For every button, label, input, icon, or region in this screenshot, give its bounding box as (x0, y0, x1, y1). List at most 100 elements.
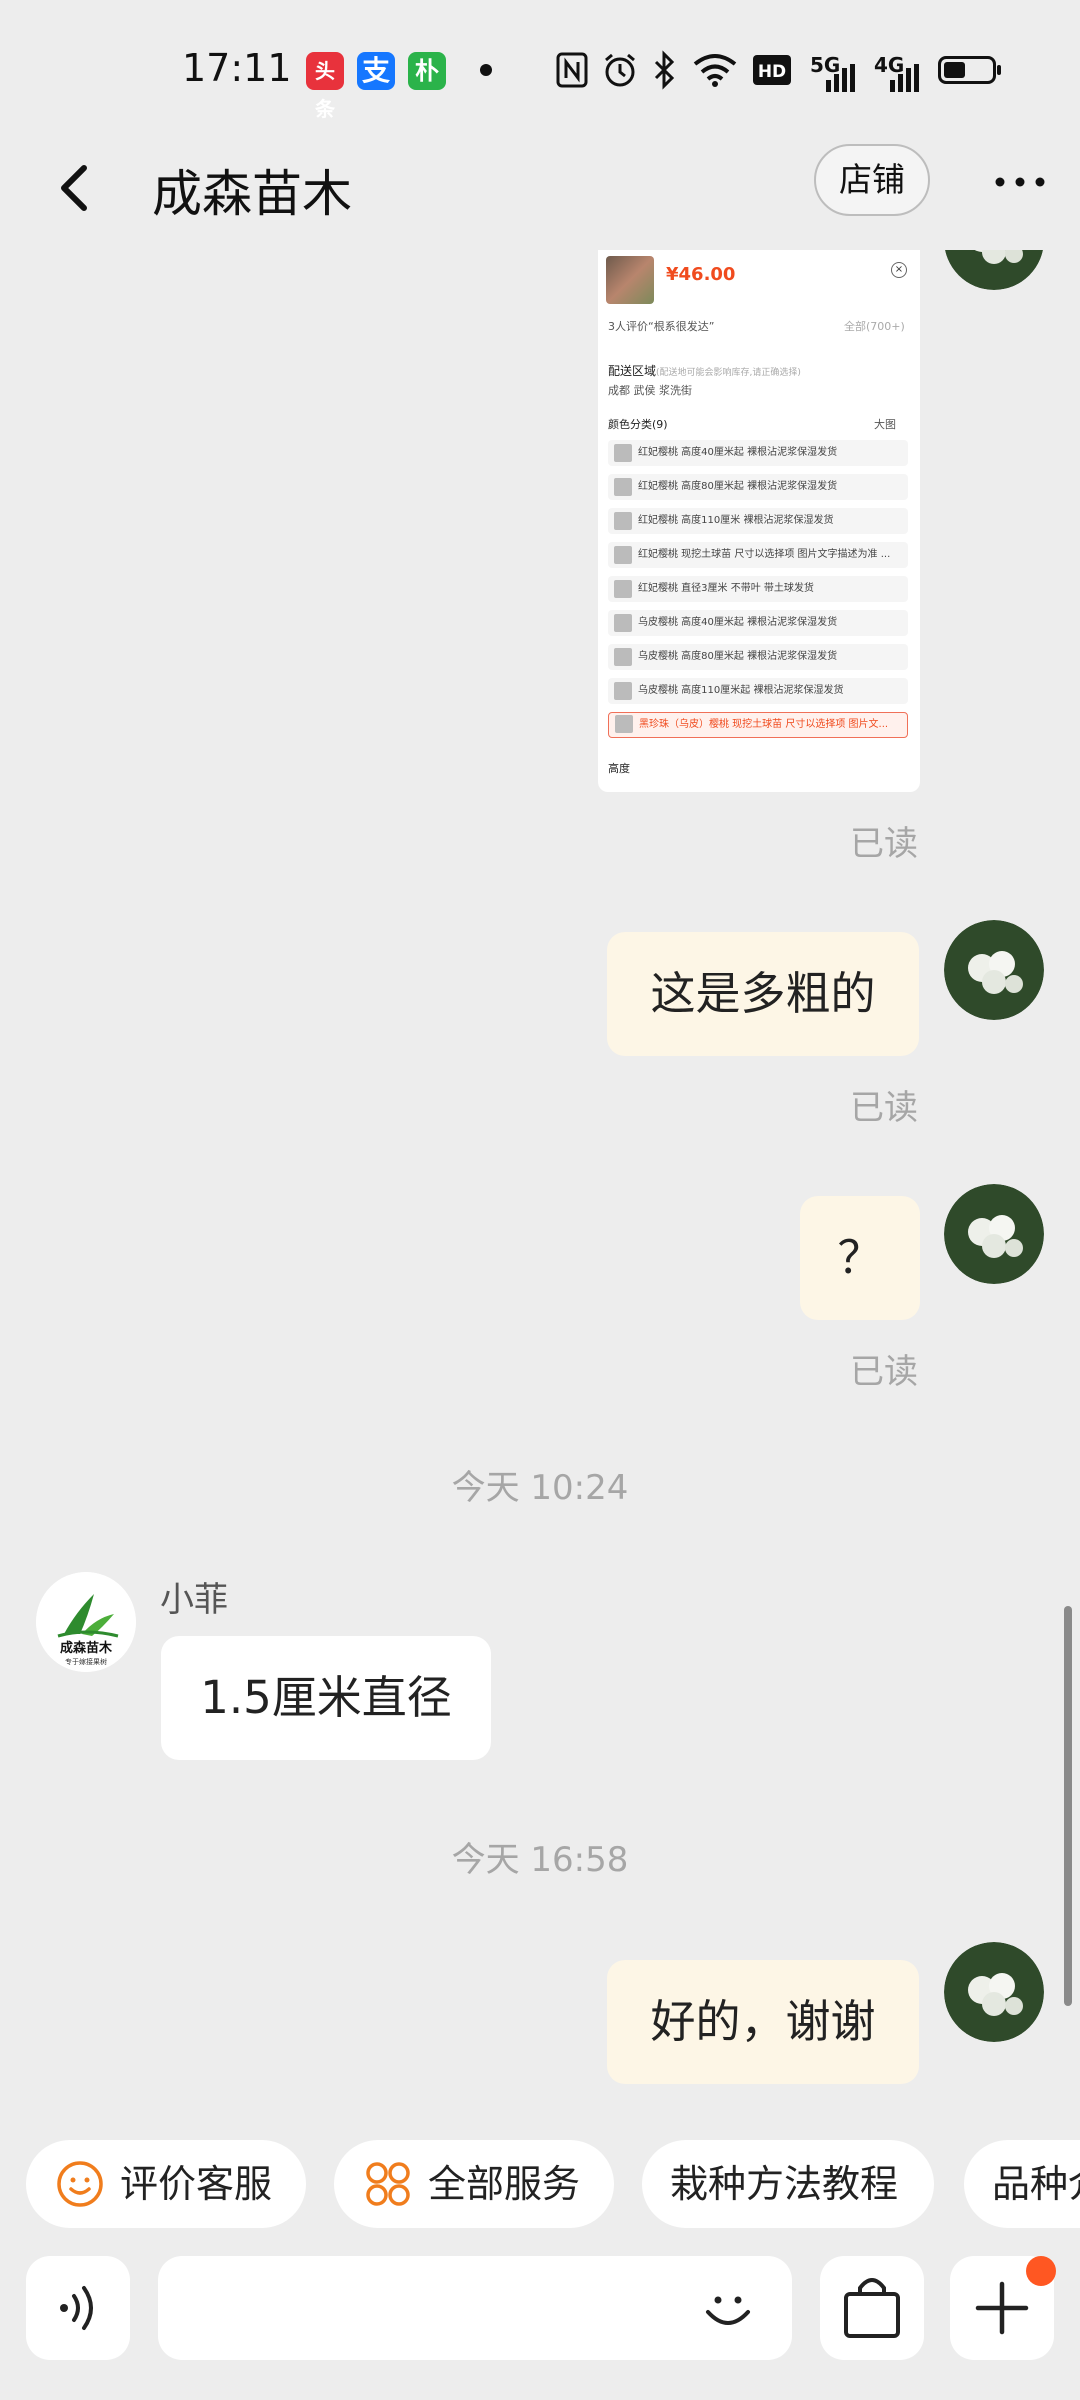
shop-avatar-tag: 专于嫁接果树 (65, 1657, 107, 1666)
quick-reply-label: 品种介 (992, 2162, 1080, 2206)
color-option: 红妃樱桃 现挖土球苗 尺寸以选择项 图片文字描述为准 ... (608, 542, 908, 568)
quick-replies: 评价客服 全部服务 栽种方法教程 品种介 (0, 2140, 1080, 2232)
option-label: 乌皮樱桃 高度110厘米起 裸根沾泥浆保湿发货 (638, 685, 844, 696)
voice-icon (60, 2286, 93, 2330)
message-bubble-sent[interactable]: 这是多粗的 (607, 932, 919, 1056)
smile-icon (57, 2161, 103, 2207)
notification-badge (1026, 2256, 1056, 2286)
option-label: 黑珍珠（乌皮）樱桃 现挖土球苗 尺寸以选择项 图片文... (639, 719, 889, 730)
height-title: 高度 (608, 762, 630, 775)
color-option: 红妃樱桃 高度40厘米起 裸根沾泥浆保湿发货 (608, 440, 908, 466)
timestamp: 今天 10:24 (451, 1468, 629, 1508)
option-label: 红妃樱桃 现挖土球苗 尺寸以选择项 图片文字描述为准 ... (638, 549, 891, 560)
alarm-icon (605, 53, 635, 87)
svg-text:HD: HD (758, 62, 786, 82)
shop-avatar[interactable]: 成森苗木 专于嫁接果树 (36, 1572, 136, 1672)
timestamp: 今天 16:58 (451, 1840, 629, 1880)
emoji-icon[interactable] (698, 2278, 758, 2338)
delivery-note: (配送地可能会影响库存,请正确选择) (656, 368, 801, 378)
quick-reply-rate-service[interactable]: 评价客服 (26, 2140, 306, 2228)
message-input[interactable] (158, 2256, 792, 2360)
more-dots-icon[interactable] (990, 162, 1050, 202)
sender-name: 小菲 (160, 1580, 228, 1620)
color-option: 乌皮樱桃 高度80厘米起 裸根沾泥浆保湿发货 (608, 644, 908, 670)
quick-reply-variety-intro[interactable]: 品种介 (964, 2140, 1080, 2228)
option-thumbnail (614, 580, 632, 598)
color-option: 红妃樱桃 高度110厘米 裸根沾泥浆保湿发货 (608, 508, 908, 534)
review-summary: 3人评价“根系很发达” (608, 320, 715, 333)
option-thumbnail (614, 546, 632, 564)
option-thumbnail (614, 478, 632, 496)
nfc-icon (556, 52, 588, 88)
read-receipt: 已读 (850, 824, 918, 864)
color-title: 颜色分类(9) (608, 418, 668, 431)
option-thumbnail (614, 682, 632, 700)
product-button[interactable] (820, 2256, 924, 2360)
delivery-section: 配送区域(配送地可能会影响库存,请正确选择) (608, 362, 801, 379)
quick-reply-planting-guide[interactable]: 栽种方法教程 (642, 2140, 934, 2228)
product-price: ¥46.00 (666, 264, 736, 285)
notification-dot-icon (480, 64, 492, 76)
my-avatar[interactable] (944, 1942, 1044, 2042)
option-thumbnail (614, 614, 632, 632)
close-icon: × (891, 262, 907, 278)
quick-reply-label: 评价客服 (120, 2162, 273, 2206)
jasmine-flower-icon (944, 1942, 1044, 2042)
option-label: 乌皮樱桃 高度80厘米起 裸根沾泥浆保湿发货 (638, 651, 838, 662)
jasmine-flower-icon (944, 1184, 1044, 1284)
my-avatar[interactable] (944, 250, 1044, 290)
product-thumbnail (606, 256, 654, 304)
battery-fill (944, 62, 965, 78)
my-avatar[interactable] (944, 1184, 1044, 1284)
alipay-app-icon: 支 (357, 52, 395, 90)
signal-4g-icon (890, 64, 919, 92)
color-option: 红妃樱桃 直径3厘米 不带叶 带土球发货 (608, 576, 908, 602)
color-option: 红妃樱桃 高度80厘米起 裸根沾泥浆保湿发货 (608, 474, 908, 500)
chat-header: 成森苗木 店铺 (0, 140, 1080, 250)
option-label: 红妃樱桃 高度110厘米 裸根沾泥浆保湿发货 (638, 515, 834, 526)
delivery-title: 配送区域 (608, 364, 657, 378)
color-option: 乌皮樱桃 高度40厘米起 裸根沾泥浆保湿发货 (608, 610, 908, 636)
quick-reply-label: 全部服务 (428, 2162, 581, 2206)
message-bubble-received[interactable]: 1.5厘米直径 (161, 1636, 491, 1760)
color-option: 乌皮樱桃 高度110厘米起 裸根沾泥浆保湿发货 (608, 678, 908, 704)
scrollbar[interactable] (1064, 1606, 1072, 2006)
option-label: 红妃樱桃 直径3厘米 不带叶 带土球发货 (638, 583, 814, 594)
chat-messages[interactable]: ¥46.00 × 3人评价“根系很发达” 全部(700+) 配送区域(配送地可能… (0, 250, 1080, 2112)
option-label: 红妃樱桃 高度80厘米起 裸根沾泥浆保湿发货 (638, 481, 838, 492)
option-thumbnail (615, 715, 633, 733)
back-arrow-icon[interactable] (48, 150, 128, 230)
pupu-app-icon: 朴 (408, 52, 446, 90)
status-bar: 17:11 头条 支 朴 HD 5G 4G (0, 0, 1080, 140)
option-thumbnail (614, 648, 632, 666)
voice-button[interactable] (26, 2256, 130, 2360)
quick-reply-label: 栽种方法教程 (670, 2162, 899, 2206)
read-receipt: 已读 (850, 1088, 918, 1128)
toutiao-app-icon: 头条 (306, 52, 344, 121)
jasmine-flower-icon (945, 250, 1043, 290)
input-bar (0, 2256, 1080, 2368)
delivery-location: 成都 武侯 浆洗街 (608, 384, 692, 397)
my-avatar[interactable] (944, 920, 1044, 1020)
wifi-icon (693, 54, 737, 87)
review-line: 3人评价“根系很发达” 全部(700+) (608, 318, 905, 334)
battery-icon (938, 56, 1001, 84)
jasmine-flower-icon (944, 920, 1044, 1020)
shopping-bag-icon (844, 2278, 900, 2338)
option-thumbnail (614, 512, 632, 530)
option-label: 红妃樱桃 高度40厘米起 裸根沾泥浆保湿发货 (638, 447, 838, 458)
page-title: 成森苗木 (152, 165, 352, 223)
shop-logo-icon: 成森苗木 专于嫁接果树 (36, 1572, 136, 1672)
grid-icon (366, 2162, 410, 2206)
hd-icon: HD (753, 55, 791, 85)
shop-button[interactable]: 店铺 (814, 144, 930, 216)
option-thumbnail (614, 444, 632, 462)
signal-5g-icon (826, 64, 855, 92)
color-option: 黑珍珠（乌皮）樱桃 现挖土球苗 尺寸以选择项 图片文... (608, 712, 908, 738)
quick-reply-all-services[interactable]: 全部服务 (334, 2140, 614, 2228)
message-bubble-sent[interactable]: ？ (800, 1196, 920, 1320)
product-screenshot-message[interactable]: ¥46.00 × 3人评价“根系很发达” 全部(700+) 配送区域(配送地可能… (598, 250, 920, 792)
status-time: 17:11 (182, 46, 292, 90)
shop-avatar-name: 成森苗木 (60, 1640, 113, 1656)
message-bubble-sent[interactable]: 好的，谢谢 (607, 1960, 919, 2084)
